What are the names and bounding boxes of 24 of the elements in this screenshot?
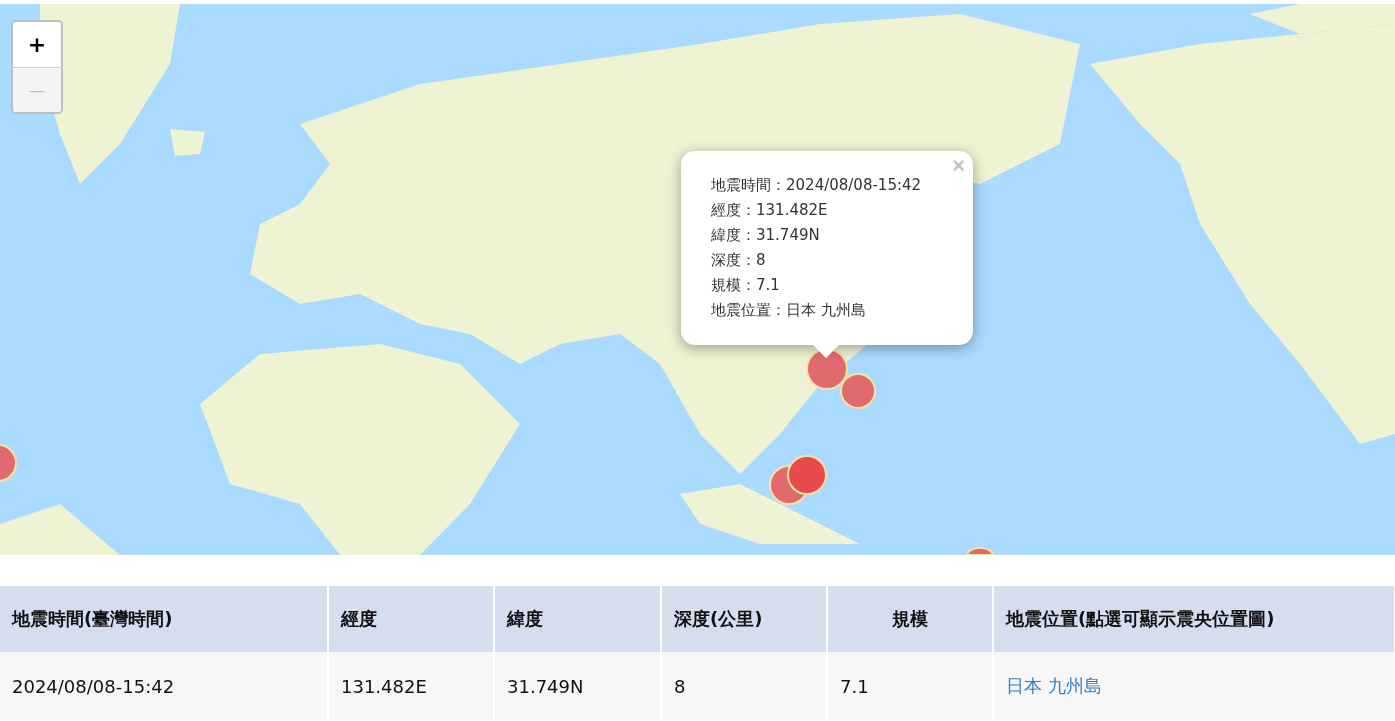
earthquake-marker[interactable]: [840, 373, 876, 409]
column-header: 深度(公里): [661, 586, 827, 652]
popup-text: 緯度：31.749N: [711, 225, 820, 246]
table-cell: 8: [661, 652, 827, 720]
popup-text: 經度：131.482E: [711, 200, 828, 221]
earthquake-marker[interactable]: [965, 546, 995, 555]
popup-text: 地震時間：2024/08/08-15:42: [711, 175, 922, 196]
table-cell: 2024/08/08-15:42: [0, 652, 328, 720]
column-header: 經度: [328, 586, 494, 652]
column-header: 規模: [827, 586, 993, 652]
popup-text: 深度：8: [711, 250, 766, 271]
table-cell: 31.749N: [494, 652, 661, 720]
popup-tip-icon: [811, 343, 841, 359]
column-header: 地震時間(臺灣時間): [0, 586, 328, 652]
table-cell: 131.482E: [328, 652, 494, 720]
earthquake-marker[interactable]: [787, 455, 827, 495]
earthquake-marker[interactable]: [806, 348, 848, 390]
popup-text: 地震位置：日本 九州島: [711, 300, 866, 321]
popup-text: 規模：7.1: [711, 275, 780, 296]
location-link[interactable]: 日本 九州島: [1006, 675, 1102, 696]
earthquake-marker[interactable]: [0, 444, 17, 482]
column-header: 地震位置(點選可顯示震央位置圖): [993, 586, 1395, 652]
table-cell: 7.1: [827, 652, 993, 720]
column-header: 緯度: [494, 586, 661, 652]
